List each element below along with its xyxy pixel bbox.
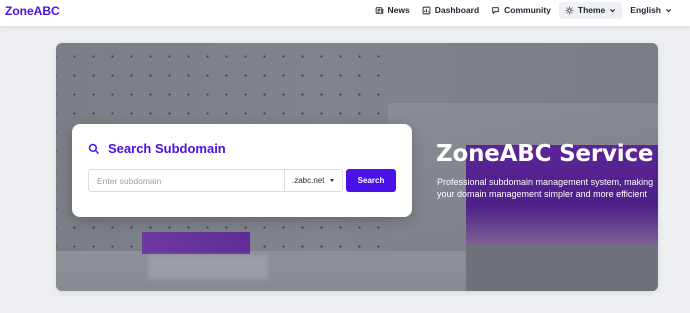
search-card: Search Subdomain .zabc.net Search — [72, 124, 412, 217]
hero-banner: ZoneABC Service Professional subdomain m… — [56, 43, 658, 291]
caret-down-icon — [330, 179, 334, 182]
search-icon — [88, 143, 100, 154]
dashboard-icon — [422, 6, 431, 14]
search-heading: Search Subdomain — [88, 141, 226, 156]
chevron-down-icon — [666, 8, 671, 12]
nav-item-label: News — [387, 5, 410, 15]
sun-icon — [565, 6, 574, 14]
domain-select[interactable]: .zabc.net — [285, 170, 342, 191]
language-selector[interactable]: English — [624, 0, 678, 20]
newspaper-icon — [375, 6, 383, 14]
theme-toggle[interactable]: Theme — [558, 1, 623, 19]
subdomain-input[interactable] — [89, 170, 285, 191]
chevron-down-icon — [610, 8, 616, 12]
chat-icon — [492, 6, 499, 14]
domain-select-value: .zabc.net — [292, 176, 325, 185]
hero-title: ZoneABC Service — [436, 141, 654, 167]
logo[interactable]: ZoneABC — [5, 4, 60, 18]
search-button[interactable]: Search — [346, 169, 396, 192]
nav-item-label: Dashboard — [434, 5, 480, 15]
nav-item-community[interactable]: Community — [485, 0, 557, 20]
nav-item-news[interactable]: News — [369, 0, 416, 20]
nav-item-label: Community — [504, 5, 551, 15]
background-purple-block — [142, 232, 250, 254]
nav-menu: News Dashboard Community Theme English — [369, 0, 678, 20]
top-navbar: ZoneABC News Dashboard Community Theme E… — [0, 0, 690, 27]
hero-subtitle: Professional subdomain management system… — [437, 177, 654, 199]
theme-label: Theme — [577, 5, 606, 15]
background-blur — [148, 255, 268, 279]
search-title: Search Subdomain — [108, 141, 226, 156]
nav-item-dashboard[interactable]: Dashboard — [416, 0, 485, 20]
background-floor-dark — [466, 243, 658, 291]
language-label: English — [630, 5, 661, 15]
search-input-group: .zabc.net — [88, 169, 343, 192]
